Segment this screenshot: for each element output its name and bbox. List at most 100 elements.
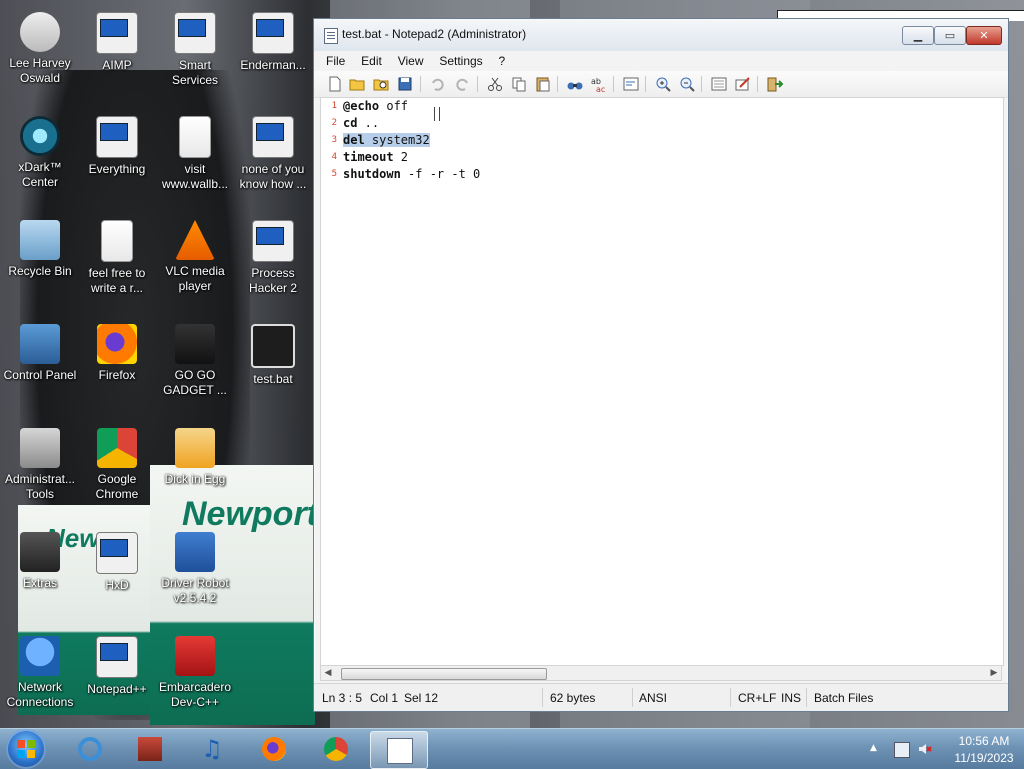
menu-file[interactable]: File xyxy=(320,51,351,71)
status-lexer[interactable]: Batch Files xyxy=(814,691,873,705)
desktop-icon[interactable]: Smart Services xyxy=(155,10,235,88)
replace-icon[interactable]: ab ac xyxy=(590,75,608,94)
archive-icon xyxy=(138,737,162,761)
desktop-icon-label: Embarcadero Dev-C++ xyxy=(158,680,232,709)
chrome-icon xyxy=(324,737,348,761)
find-icon[interactable] xyxy=(566,75,584,93)
argument: system32 xyxy=(364,133,430,147)
desktop-icon[interactable]: GO GO GADGET ... xyxy=(155,322,235,398)
desktop-icon-label: Extras xyxy=(22,576,57,590)
clock-date[interactable]: 11/19/2023 xyxy=(944,751,1024,765)
desktop-icon[interactable]: Enderman... xyxy=(233,10,313,73)
desktop-icon[interactable]: Dick in Egg xyxy=(155,426,235,487)
desktop-icon[interactable]: Google Chrome xyxy=(77,426,157,502)
status-eol[interactable]: CR+LF xyxy=(738,691,776,705)
document-icon xyxy=(179,116,211,158)
desktop-icon-label: GO GO GADGET ... xyxy=(163,368,227,397)
notepad-icon xyxy=(324,28,338,44)
close-icon: ✕ xyxy=(979,29,989,42)
browse-icon[interactable] xyxy=(372,75,390,93)
desktop-icon[interactable]: Everything xyxy=(77,114,157,177)
app-icon xyxy=(175,324,215,364)
toolbar-separator xyxy=(420,76,421,92)
text-editor[interactable]: 1 @echo off 2 cd .. 3 del system32 4 tim… xyxy=(320,97,1004,666)
copy-icon[interactable] xyxy=(510,75,528,93)
desktop-icon-label: visit www.wallb... xyxy=(161,162,229,191)
start-button[interactable] xyxy=(6,729,46,769)
desktop-icon[interactable]: Administrat... Tools xyxy=(0,426,80,502)
scrollbar-thumb[interactable] xyxy=(341,668,547,680)
desktop-icon[interactable]: Firefox xyxy=(77,322,157,383)
maximize-icon: ▭ xyxy=(944,29,956,42)
desktop-icon[interactable]: visit www.wallb... xyxy=(155,114,235,192)
desktop-icon[interactable]: Recycle Bin xyxy=(0,218,80,279)
desktop-icon[interactable]: AIMP xyxy=(77,10,157,73)
desktop-icon[interactable]: Notepad++ xyxy=(77,634,157,697)
status-encoding[interactable]: ANSI xyxy=(639,691,667,705)
desktop-icon[interactable]: test.bat xyxy=(233,322,313,387)
maximize-button[interactable]: ▭ xyxy=(934,26,966,45)
desktop-icon[interactable]: VLC media player xyxy=(155,218,235,294)
zoom-in-icon[interactable] xyxy=(654,75,672,93)
paste-icon[interactable] xyxy=(534,75,552,93)
app-icon xyxy=(175,532,215,572)
scheme-icon[interactable] xyxy=(710,75,728,93)
desktop-icon-label: Notepad++ xyxy=(87,682,147,696)
status-col: Col 1 xyxy=(370,691,399,705)
keyword: shutdown xyxy=(343,167,401,181)
status-position: Ln 3 : 5 xyxy=(322,691,363,705)
status-mode: INS xyxy=(781,691,802,705)
undo-icon[interactable] xyxy=(428,75,446,93)
vlc-icon xyxy=(175,220,215,260)
exit-icon[interactable] xyxy=(766,75,784,93)
desktop-icon[interactable]: Embarcadero Dev-C++ xyxy=(155,634,235,710)
taskbar-firefox[interactable] xyxy=(246,731,302,767)
menu-settings[interactable]: Settings xyxy=(433,51,488,71)
menu-help[interactable]: ? xyxy=(493,51,512,71)
line-number: 2 xyxy=(331,118,337,128)
desktop-icon-label: Enderman... xyxy=(240,58,306,72)
new-file-icon[interactable] xyxy=(326,75,344,93)
open-folder-icon[interactable] xyxy=(348,75,366,93)
desktop-icon[interactable]: xDark™ Center xyxy=(0,114,80,190)
desktop-icon[interactable]: Extras xyxy=(0,530,80,591)
taskbar-music[interactable]: ♫ xyxy=(184,731,240,767)
desktop-icon[interactable]: Process Hacker 2 xyxy=(233,218,313,296)
save-icon[interactable] xyxy=(396,75,414,93)
show-hidden-icons-icon[interactable]: ▲ xyxy=(870,743,877,753)
scroll-right-icon[interactable]: ▶ xyxy=(987,666,1001,680)
horizontal-scrollbar[interactable]: ◀ ▶ xyxy=(320,665,1002,681)
menu-view[interactable]: View xyxy=(392,51,430,71)
scroll-left-icon[interactable]: ◀ xyxy=(321,666,335,680)
desktop-icon[interactable]: feel free to write a r... xyxy=(77,218,157,296)
desktop-icon-label: feel free to write a r... xyxy=(88,266,146,295)
desktop-icon[interactable]: HxD xyxy=(77,530,157,593)
desktop-icon[interactable]: Driver Robot v2.5.4.2 xyxy=(155,530,235,606)
app-icon xyxy=(175,428,215,468)
desktop-icon[interactable]: Lee Harvey Oswald xyxy=(0,10,80,86)
taskbar-chrome[interactable] xyxy=(308,731,364,767)
desktop-icon[interactable]: none of you know how ... xyxy=(233,114,313,192)
volume-muted-icon[interactable] xyxy=(918,742,932,756)
word-wrap-icon[interactable] xyxy=(622,75,640,93)
customize-schemes-icon[interactable] xyxy=(734,75,752,93)
desktop-icon-label: Recycle Bin xyxy=(8,264,72,278)
network-tray-icon[interactable] xyxy=(894,742,910,758)
line-code: cd .. xyxy=(343,116,379,130)
zoom-out-icon[interactable] xyxy=(678,75,696,93)
desktop-icon[interactable]: Network Connections xyxy=(0,634,80,710)
close-button[interactable]: ✕ xyxy=(966,26,1002,45)
taskbar-internet-explorer[interactable] xyxy=(62,731,118,767)
taskbar-notepad2[interactable] xyxy=(370,731,428,769)
clock-time[interactable]: 10:56 AM xyxy=(944,734,1024,748)
cut-icon[interactable] xyxy=(486,75,504,93)
chrome-icon xyxy=(97,428,137,468)
minimize-button[interactable]: ▁ xyxy=(902,26,934,45)
taskbar-archive[interactable] xyxy=(122,731,178,767)
desktop-icon[interactable]: Control Panel xyxy=(0,322,80,383)
menu-edit[interactable]: Edit xyxy=(355,51,388,71)
title-bar[interactable]: test.bat - Notepad2 (Administrator) ▁ ▭ … xyxy=(314,19,1008,51)
argument: 2 xyxy=(393,150,409,164)
redo-icon[interactable] xyxy=(454,75,472,93)
desktop-icon-label: HxD xyxy=(105,578,129,592)
